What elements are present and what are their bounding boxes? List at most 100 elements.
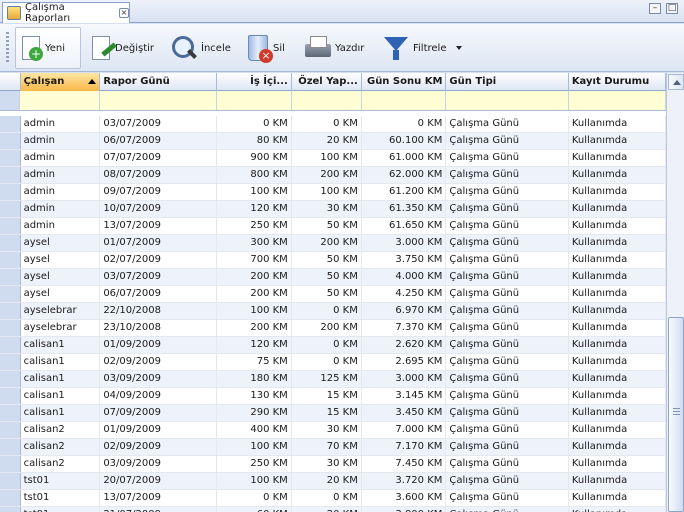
table-row[interactable]: calisan1 02/09/2009 75 KM 0 KM 2.695 KM Çalış… xyxy=(0,354,666,371)
cell-calisan[interactable]: ayselebrar xyxy=(21,303,101,319)
cell-gun-sonu-km[interactable]: 0 KM xyxy=(362,116,447,132)
cell-rapor-gunu[interactable]: 22/10/2008 xyxy=(100,303,217,319)
cell-ozel-yapilan[interactable]: 0 KM xyxy=(292,303,362,319)
cell-rapor-gunu[interactable]: 03/07/2009 xyxy=(100,116,217,132)
cell-kayit-durumu[interactable]: Kullanımda xyxy=(569,473,666,489)
cell-ozel-yapilan[interactable]: 20 KM xyxy=(292,473,362,489)
row-indicator[interactable] xyxy=(0,490,21,506)
cell-ozel-yapilan[interactable]: 0 KM xyxy=(292,354,362,370)
cell-gun-sonu-km[interactable]: 61.650 KM xyxy=(362,218,447,234)
cell-ozel-yapilan[interactable]: 100 KM xyxy=(292,150,362,166)
cell-rapor-gunu[interactable]: 06/07/2009 xyxy=(100,133,217,149)
cell-gun-sonu-km[interactable]: 60.100 KM xyxy=(362,133,447,149)
cell-gun-tipi[interactable]: Çalışma Günü xyxy=(446,116,569,132)
delete-button[interactable]: Sil xyxy=(244,27,289,69)
cell-calisan[interactable]: tst01 xyxy=(21,473,101,489)
table-row[interactable]: admin 06/07/2009 80 KM 20 KM 60.100 KM Çalışm… xyxy=(0,133,666,150)
row-indicator[interactable] xyxy=(0,269,21,285)
minimize-icon[interactable]: – xyxy=(649,3,661,14)
table-row[interactable]: admin 07/07/2009 900 KM 100 KM 61.000 KM Çalı… xyxy=(0,150,666,167)
cell-calisan[interactable]: aysel xyxy=(21,269,101,285)
table-row[interactable]: aysel 02/07/2009 700 KM 50 KM 3.750 KM Çalışm… xyxy=(0,252,666,269)
cell-gun-sonu-km[interactable]: 3.000 KM xyxy=(362,371,447,387)
cell-is-ici[interactable]: 60 KM xyxy=(217,507,292,512)
cell-calisan[interactable]: ayselebrar xyxy=(21,320,101,336)
cell-calisan[interactable]: calisan2 xyxy=(21,422,101,438)
row-indicator[interactable] xyxy=(0,150,21,166)
cell-is-ici[interactable]: 0 KM xyxy=(217,116,292,132)
cell-kayit-durumu[interactable]: Kullanımda xyxy=(569,490,666,506)
cell-ozel-yapilan[interactable]: 50 KM xyxy=(292,286,362,302)
cell-kayit-durumu[interactable]: Kullanımda xyxy=(569,201,666,217)
tab-close-icon[interactable]: × xyxy=(119,8,129,18)
filter-cell-rapor-gunu[interactable] xyxy=(100,91,217,110)
cell-gun-tipi[interactable]: Çalışma Günü xyxy=(446,473,569,489)
cell-gun-sonu-km[interactable]: 7.000 KM xyxy=(362,422,447,438)
cell-is-ici[interactable]: 130 KM xyxy=(217,388,292,404)
row-indicator[interactable] xyxy=(0,371,21,387)
cell-gun-sonu-km[interactable]: 3.750 KM xyxy=(362,252,447,268)
filter-cell-gun-sonu-km[interactable] xyxy=(362,91,447,110)
filter-cell-gun-tipi[interactable] xyxy=(446,91,569,110)
table-row[interactable]: admin 10/07/2009 120 KM 30 KM 61.350 KM Çalış… xyxy=(0,201,666,218)
cell-gun-sonu-km[interactable]: 7.450 KM xyxy=(362,456,447,472)
table-row[interactable]: calisan2 02/09/2009 100 KM 70 KM 7.170 KM Çal… xyxy=(0,439,666,456)
cell-rapor-gunu[interactable]: 08/07/2009 xyxy=(100,167,217,183)
cell-gun-tipi[interactable]: Çalışma Günü xyxy=(446,422,569,438)
cell-gun-sonu-km[interactable]: 7.370 KM xyxy=(362,320,447,336)
row-indicator[interactable] xyxy=(0,201,21,217)
cell-rapor-gunu[interactable]: 01/09/2009 xyxy=(100,337,217,353)
cell-gun-tipi[interactable]: Çalışma Günü xyxy=(446,167,569,183)
cell-kayit-durumu[interactable]: Kullanımda xyxy=(569,422,666,438)
cell-is-ici[interactable]: 250 KM xyxy=(217,218,292,234)
cell-gun-tipi[interactable]: Çalışma Günü xyxy=(446,371,569,387)
cell-gun-tipi[interactable]: Çalışma Günü xyxy=(446,490,569,506)
column-header-gun-tipi[interactable]: Gün Tipi xyxy=(446,73,569,91)
cell-gun-sonu-km[interactable]: 7.170 KM xyxy=(362,439,447,455)
cell-gun-tipi[interactable]: Çalışma Günü xyxy=(446,456,569,472)
cell-is-ici[interactable]: 100 KM xyxy=(217,439,292,455)
cell-kayit-durumu[interactable]: Kullanımda xyxy=(569,167,666,183)
cell-gun-tipi[interactable]: Çalışma Günü xyxy=(446,303,569,319)
cell-is-ici[interactable]: 120 KM xyxy=(217,337,292,353)
cell-is-ici[interactable]: 250 KM xyxy=(217,456,292,472)
tab-calisma-raporlari[interactable]: Çalışma Raporları × xyxy=(2,2,130,24)
cell-gun-tipi[interactable]: Çalışma Günü xyxy=(446,439,569,455)
cell-gun-sonu-km[interactable]: 2.620 KM xyxy=(362,337,447,353)
table-row[interactable]: admin 08/07/2009 800 KM 200 KM 62.000 KM Çalı… xyxy=(0,167,666,184)
cell-rapor-gunu[interactable]: 03/09/2009 xyxy=(100,371,217,387)
cell-gun-sonu-km[interactable]: 3.720 KM xyxy=(362,473,447,489)
cell-gun-tipi[interactable]: Çalışma Günü xyxy=(446,354,569,370)
cell-calisan[interactable]: admin xyxy=(21,116,101,132)
cell-rapor-gunu[interactable]: 04/09/2009 xyxy=(100,388,217,404)
cell-kayit-durumu[interactable]: Kullanımda xyxy=(569,337,666,353)
table-row[interactable]: calisan1 01/09/2009 120 KM 0 KM 2.620 KM Çalı… xyxy=(0,337,666,354)
row-indicator[interactable] xyxy=(0,133,21,149)
cell-gun-sonu-km[interactable]: 61.350 KM xyxy=(362,201,447,217)
edit-button[interactable]: Değiştir xyxy=(88,27,158,69)
table-row[interactable]: tst01 13/07/2009 0 KM 0 KM 3.600 KM Çalışma G… xyxy=(0,490,666,507)
cell-is-ici[interactable]: 120 KM xyxy=(217,201,292,217)
cell-gun-sonu-km[interactable]: 4.000 KM xyxy=(362,269,447,285)
cell-kayit-durumu[interactable]: Kullanımda xyxy=(569,235,666,251)
cell-gun-sonu-km[interactable]: 3.000 KM xyxy=(362,235,447,251)
table-row[interactable]: admin 09/07/2009 100 KM 100 KM 61.200 KM Çalı… xyxy=(0,184,666,201)
cell-calisan[interactable]: admin xyxy=(21,167,101,183)
cell-ozel-yapilan[interactable]: 50 KM xyxy=(292,269,362,285)
cell-calisan[interactable]: calisan1 xyxy=(21,337,101,353)
toolbar-grip[interactable] xyxy=(6,32,9,64)
cell-gun-tipi[interactable]: Çalışma Günü xyxy=(446,235,569,251)
cell-is-ici[interactable]: 700 KM xyxy=(217,252,292,268)
cell-rapor-gunu[interactable]: 03/07/2009 xyxy=(100,269,217,285)
row-indicator[interactable] xyxy=(0,337,21,353)
table-row[interactable]: tst0121/07/200960 KM20 KM3.800 KMÇalışma… xyxy=(0,507,666,512)
cell-is-ici[interactable]: 100 KM xyxy=(217,184,292,200)
table-row[interactable]: calisan1 07/09/2009 290 KM 15 KM 3.450 KM Çal… xyxy=(0,405,666,422)
cell-kayit-durumu[interactable]: Kullanımda xyxy=(569,303,666,319)
cell-is-ici[interactable]: 180 KM xyxy=(217,371,292,387)
cell-calisan[interactable]: calisan1 xyxy=(21,371,101,387)
cell-rapor-gunu[interactable]: 02/09/2009 xyxy=(100,354,217,370)
cell-gun-sonu-km[interactable]: 3.145 KM xyxy=(362,388,447,404)
cell-is-ici[interactable]: 0 KM xyxy=(217,490,292,506)
filter-cell-kayit-durumu[interactable] xyxy=(569,91,666,110)
